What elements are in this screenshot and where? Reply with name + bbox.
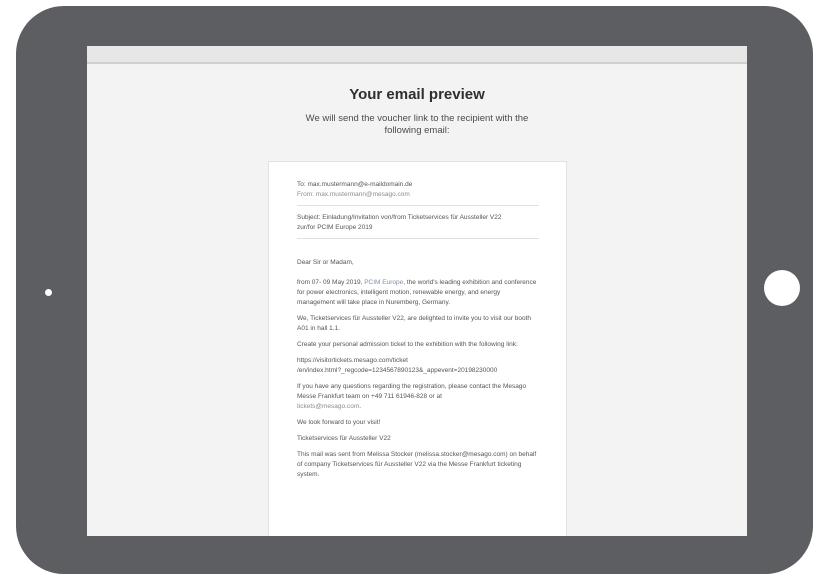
email-subject-line-2: zur/for PCIM Europe 2019 (297, 224, 373, 231)
ticket-url-line-2[interactable]: /en/index.html?_regcode=1234567890123&_a… (297, 367, 497, 374)
email-paragraph-look-forward: We look forward to your visit! (297, 419, 381, 426)
camera-dot (45, 289, 52, 296)
subject-divider (297, 238, 539, 239)
intro-prefix: from 07- 09 May 2019, (297, 279, 365, 286)
email-paragraph-create-ticket: Create your personal admission ticket to… (297, 341, 518, 348)
email-content: To: max.mustermann@e-maildomain.de From:… (297, 180, 539, 486)
contact-text: If you have any questions regarding the … (297, 383, 527, 400)
email-to: To: max.mustermann@e-maildomain.de (297, 181, 413, 188)
ticket-url-line-1[interactable]: https://visitortickets.mesago.com/ticket (297, 357, 408, 364)
email-from: From: max.mustermann@mesago.com (297, 191, 410, 198)
header-divider (297, 205, 539, 206)
ticket-url-link[interactable]: https://visitortickets.mesago.com/ticket… (297, 356, 539, 376)
home-button[interactable] (764, 270, 800, 306)
contact-end: . (359, 403, 362, 410)
email-paragraph-invite: We, Ticketservices für Aussteller V22, a… (297, 315, 531, 332)
screen-top-bar (87, 46, 747, 64)
contact-email-link[interactable]: tickets@mesago.com (297, 403, 359, 410)
email-subject-line-1: Subject: Einladung/Invitation von/from T… (297, 214, 502, 221)
email-greeting: Dear Sir or Madam, (297, 259, 354, 266)
email-preview-card: To: max.mustermann@e-maildomain.de From:… (268, 161, 567, 536)
email-paragraph-contact: If you have any questions regarding the … (297, 382, 539, 412)
email-paragraph-intro: from 07- 09 May 2019, PCIM Europe, the w… (297, 278, 539, 308)
pcim-europe-link[interactable]: PCIM Europe (364, 279, 403, 286)
tablet-screen: Your email preview We will send the vouc… (87, 46, 747, 536)
email-signature: Ticketservices für Aussteller V22 (297, 435, 391, 442)
page-subtitle: We will send the voucher link to the rec… (305, 113, 529, 136)
email-paragraph-footer: This mail was sent from Melissa Stocker … (297, 451, 537, 478)
page-title: Your email preview (349, 86, 485, 103)
